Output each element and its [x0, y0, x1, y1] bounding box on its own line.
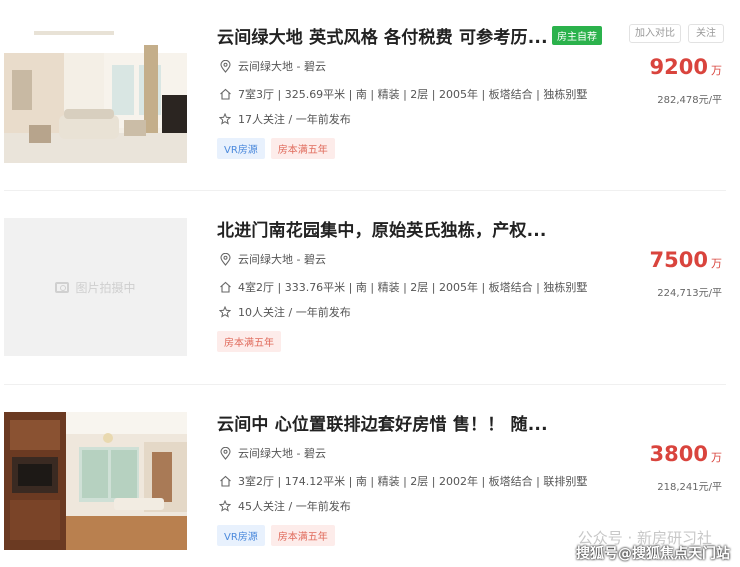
follow-info-text: 17人关注 / 一年前发布 [238, 113, 351, 126]
sohu-watermark: 搜狐号@搜狐焦点天门站 [576, 546, 730, 562]
house-info-text: 3室2厅 | 174.12平米 | 南 | 精装 | 2层 | 2002年 | … [238, 475, 588, 488]
location-row: 云间绿大地 - 碧云 [217, 251, 326, 267]
listing-photo[interactable]: 图片拍摄中 [4, 218, 187, 356]
photo-placeholder-text: 图片拍摄中 [75, 280, 136, 295]
house-icon [217, 475, 233, 487]
vr-tag: VR房源 [217, 138, 265, 159]
unit-price: 218,241元/平 [657, 482, 722, 493]
unit-price: 224,713元/平 [657, 288, 722, 299]
follow-info-text: 45人关注 / 一年前发布 [238, 500, 351, 513]
follow-button[interactable]: 关注 [688, 24, 724, 43]
divider [4, 384, 726, 385]
follow-info-row: 10人关注 / 一年前发布 [217, 304, 351, 320]
star-icon [217, 500, 233, 512]
vr-tag: VR房源 [217, 525, 265, 546]
deed-five-years-tag: 房本满五年 [217, 331, 281, 352]
follow-info-row: 45人关注 / 一年前发布 [217, 498, 351, 514]
location-pin-icon [217, 446, 233, 460]
location-pin-icon [217, 252, 233, 266]
house-info-text: 7室3厅 | 325.69平米 | 南 | 精装 | 2层 | 2005年 | … [238, 88, 588, 101]
total-price: 7500 万 [650, 248, 722, 272]
location-row: 云间绿大地 - 碧云 [217, 58, 326, 74]
house-info-row: 7室3厅 | 325.69平米 | 南 | 精装 | 2层 | 2005年 | … [217, 86, 587, 102]
total-price-value: 3800 [649, 442, 708, 466]
tag-list: VR房源 房本满五年 [217, 138, 341, 159]
total-price: 3800 万 [650, 442, 722, 466]
listing-title[interactable]: 云间绿大地 英式风格 各付税费 可参考历... [217, 23, 548, 48]
owner-recommend-badge: 房主自荐 [552, 26, 602, 45]
house-info-row: 4室2厅 | 333.76平米 | 南 | 精装 | 2层 | 2005年 | … [217, 279, 587, 295]
tag-list: 房本满五年 [217, 331, 287, 352]
deed-five-years-tag: 房本满五年 [270, 525, 335, 546]
location-text[interactable]: 云间绿大地 - 碧云 [238, 58, 326, 74]
house-info-text: 4室2厅 | 333.76平米 | 南 | 精装 | 2层 | 2005年 | … [238, 281, 588, 294]
total-price-value: 7500 [649, 248, 708, 272]
house-icon [217, 88, 233, 100]
listing-card[interactable]: 云间绿大地 英式风格 各付税费 可参考历... 房主自荐 加入对比 关注 云间绿… [0, 15, 740, 165]
follow-info-text: 10人关注 / 一年前发布 [238, 306, 351, 319]
camera-icon [55, 281, 70, 293]
price-unit: 万 [711, 257, 722, 270]
listing-card[interactable]: 图片拍摄中 北进门南花园集中，原始英氏独栋，产权... 云间绿大地 - 碧云 4… [0, 208, 740, 358]
location-pin-icon [217, 59, 233, 73]
listing-photo[interactable] [4, 412, 187, 550]
star-icon [217, 113, 233, 125]
price-unit: 万 [711, 451, 722, 464]
unit-price: 282,478元/平 [657, 95, 722, 106]
house-icon [217, 281, 233, 293]
follow-info-row: 17人关注 / 一年前发布 [217, 111, 351, 127]
deed-five-years-tag: 房本满五年 [270, 138, 335, 159]
living-room-photo [4, 25, 187, 163]
add-to-compare-button[interactable]: 加入对比 [629, 24, 681, 43]
star-icon [217, 306, 233, 318]
location-row: 云间绿大地 - 碧云 [217, 445, 326, 461]
total-price: 9200 万 [650, 55, 722, 79]
listing-title[interactable]: 北进门南花园集中，原始英氏独栋，产权... [217, 216, 547, 241]
house-info-row: 3室2厅 | 174.12平米 | 南 | 精装 | 2层 | 2002年 | … [217, 473, 587, 489]
listing-title[interactable]: 云间中 心位置联排边套好房惜 售！！ 随... [217, 410, 548, 435]
location-text[interactable]: 云间绿大地 - 碧云 [238, 445, 326, 461]
tag-list: VR房源 房本满五年 [217, 525, 341, 546]
listing-photo[interactable] [4, 25, 187, 163]
total-price-value: 9200 [649, 55, 708, 79]
price-unit: 万 [711, 64, 722, 77]
divider [4, 190, 726, 191]
wood-interior-photo [4, 412, 187, 550]
location-text[interactable]: 云间绿大地 - 碧云 [238, 251, 326, 267]
photo-placeholder: 图片拍摄中 [4, 218, 187, 356]
